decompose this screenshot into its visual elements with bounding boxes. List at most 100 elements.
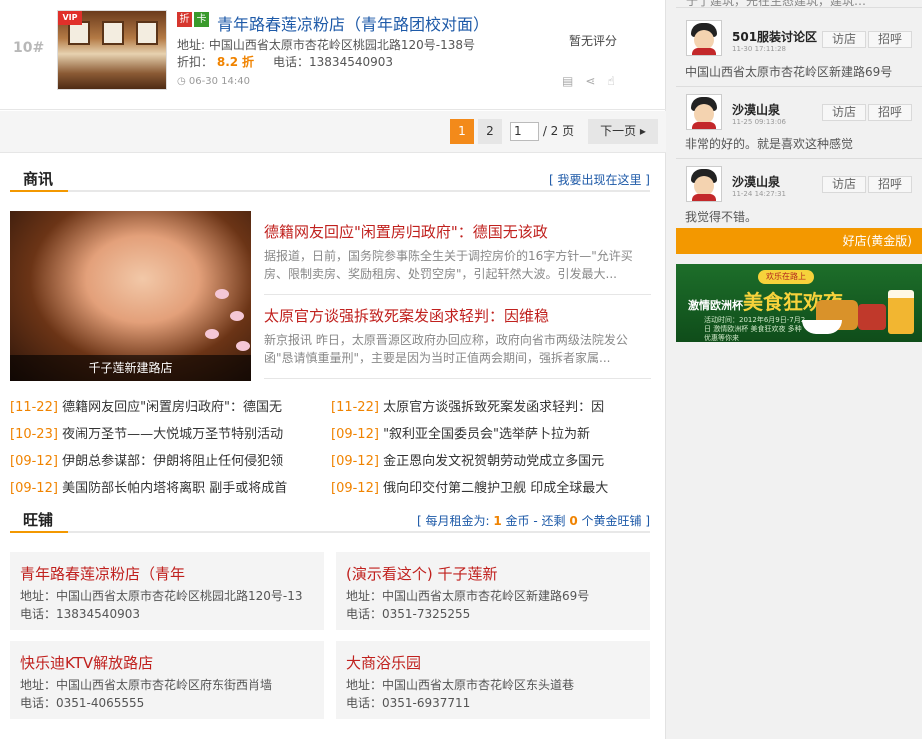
shop-card[interactable]: (演示看这个) 千子莲新 地址：中国山西省太原市杏花岭区新建路69号 电话：03…	[336, 552, 650, 630]
visit-shop-button[interactable]: 访店	[822, 176, 866, 193]
news-list-item[interactable]: [09-12] 俄向印交付第二艘护卫舰 印成全球最大	[331, 477, 608, 496]
comment-time: 11-25 09:13:06	[732, 118, 787, 126]
shop-card[interactable]: 青年路春莲凉粉店（青年 地址：中国山西省太原市杏花岭区桃园北路120号-13 电…	[10, 552, 324, 630]
next-page-button[interactable]: 下一页 ▸	[588, 119, 658, 144]
page-2-button[interactable]: 2	[478, 119, 502, 144]
food-shape	[802, 320, 842, 334]
comment-text: 我觉得不错。	[685, 210, 758, 224]
news-list-item[interactable]: [11-22] 太原官方谈强拆致死案发函求轻判：因	[331, 396, 604, 415]
next-page-label: 下一页	[600, 124, 637, 138]
greet-button[interactable]: 招呼	[868, 31, 912, 48]
section-underline	[10, 190, 68, 192]
comment-text: 非常的好的。就是喜欢这种感觉	[685, 137, 854, 151]
shop-phone: 电话：13834540903	[273, 55, 394, 69]
comment-icon[interactable]: ▤	[562, 74, 585, 88]
food-shape	[858, 304, 886, 330]
comment-separator	[676, 86, 922, 87]
shop-card-name[interactable]: 大商浴乐园	[346, 652, 421, 673]
greet-button[interactable]: 招呼	[868, 176, 912, 193]
comment-text: 中国山西省太原市杏花岭区新建路69号	[685, 65, 893, 79]
news-list-item[interactable]: [09-12] 美国防部长帕内塔将离职 副手或将成首	[10, 477, 287, 496]
news-summary-1: 据报道，日前，国务院参事陈全生关于调控房价的16字方针—"允许买房、限制卖房、奖…	[264, 249, 633, 281]
vip-badge: VIP	[58, 11, 82, 25]
comment-user[interactable]: 沙漠山泉	[732, 101, 780, 118]
visit-shop-button[interactable]: 访店	[822, 104, 866, 121]
news-headline-2[interactable]: 太原官方谈强拆致死案发函求轻判：因维稳	[264, 305, 549, 326]
sidebar-top-strip: 于了建筑，先在生态建筑，建筑…	[676, 0, 922, 8]
page: 10# VIP 折 卡 青年路春莲凉粉店（青年路团校对面） 地址: 中国山西省太…	[0, 0, 922, 739]
avatar[interactable]	[686, 20, 722, 56]
news-divider	[264, 294, 651, 295]
shop-card-address: 地址：中国山西省太原市杏花岭区桃园北路120号-13	[20, 589, 303, 603]
shop-card[interactable]: 快乐迪KTV解放路店 地址：中国山西省太原市杏花岭区府东街西肖墙 电话：0351…	[10, 641, 324, 719]
rating-status: 暂无评分	[569, 34, 618, 48]
shops-section-header: 旺铺 [ 每月租金为: 1 金币 - 还剩 0 个黄金旺铺 ]	[10, 507, 650, 533]
visit-shop-button[interactable]: 访店	[822, 31, 866, 48]
greet-button[interactable]: 招呼	[868, 104, 912, 121]
shop-card-address: 地址：中国山西省太原市杏花岭区新建路69号	[346, 589, 590, 603]
comment-separator	[676, 158, 922, 159]
shops-section-title: 旺铺	[23, 511, 54, 529]
shop-card-name[interactable]: 快乐迪KTV解放路店	[20, 652, 153, 673]
petal-shape	[215, 289, 229, 299]
share-icon[interactable]: ⋖	[585, 74, 607, 88]
news-feature-image[interactable]: 千子莲新建路店	[10, 211, 251, 381]
banner-tag: 欢乐在路上	[758, 270, 814, 284]
page-number-input[interactable]: 1	[510, 122, 539, 141]
shop-thumbnail[interactable]: VIP	[57, 10, 167, 90]
section-underline	[10, 531, 68, 533]
shop-card-name[interactable]: (演示看这个) 千子莲新	[346, 563, 497, 584]
golden-shop-bar[interactable]: 好店(黄金版)	[676, 228, 922, 254]
thumb-window-shape	[102, 21, 124, 45]
like-icon[interactable]: ☝	[607, 74, 626, 88]
promo-banner[interactable]: 欢乐在路上 激情欧洲杯美食狂欢夜 活动时间：2012年6月9日-7月2日 激情欧…	[676, 264, 922, 342]
rank-number: 10#	[13, 40, 45, 56]
rent-info: [ 每月租金为: 1 金币 - 还剩 0 个黄金旺铺 ]	[417, 514, 650, 528]
main-column: 10# VIP 折 卡 青年路春莲凉粉店（青年路团校对面） 地址: 中国山西省太…	[0, 0, 666, 739]
appear-here-link[interactable]: [ 我要出现在这里 ]	[549, 171, 650, 188]
news-section-title: 商讯	[23, 170, 54, 188]
news-list-item[interactable]: [11-22] 德籍网友回应"闲置房归政府"：德国无	[10, 396, 282, 415]
comment-user[interactable]: 501服装讨论区	[732, 28, 817, 45]
discount-label: 折扣：	[177, 55, 214, 69]
card-badge-icon: 卡	[194, 12, 209, 27]
news-list-item[interactable]: [10-23] 夜闹万圣节——大悦城万圣节特别活动	[10, 423, 283, 442]
shop-card-address: 地址：中国山西省太原市杏花岭区东头道巷	[346, 678, 575, 692]
shop-card-phone: 电话：13834540903	[20, 607, 140, 621]
shop-card-phone: 电话：0351-7325255	[346, 607, 471, 621]
avatar[interactable]	[686, 94, 722, 130]
comment-user[interactable]: 沙漠山泉	[732, 173, 780, 190]
discount-unit: 折	[241, 55, 254, 69]
shop-listing-item[interactable]: 10# VIP 折 卡 青年路春莲凉粉店（青年路团校对面） 地址: 中国山西省太…	[0, 0, 666, 110]
beer-shape	[888, 290, 914, 334]
news-list-item[interactable]: [09-12] "叙利亚全国委员会"选举萨卜拉为新	[331, 423, 590, 442]
shop-card-name[interactable]: 青年路春莲凉粉店（青年	[20, 563, 185, 584]
shop-discount-phone: 折扣： 8.2 折 电话：13834540903	[177, 53, 393, 70]
banner-small-text: 活动时间：2012年6月9日-7月2日 激情欧洲杯 美食狂欢夜 多种优惠等你来	[704, 316, 806, 342]
news-list-item[interactable]: [09-12] 伊朗总参谋部：伊朗将阻止任何侵犯领	[10, 450, 283, 469]
listing-time: ◷ 06-30 14:40	[177, 76, 250, 87]
listing-actions: ▤⋖☝	[562, 74, 627, 88]
avatar[interactable]	[686, 166, 722, 202]
discount-value: 8.2	[216, 55, 239, 69]
chevron-right-icon: ▸	[639, 124, 646, 138]
page-1-button[interactable]: 1	[450, 119, 474, 144]
shop-title-link[interactable]: 青年路春莲凉粉店（青年路团校对面）	[217, 11, 489, 35]
thumb-window-shape	[136, 21, 158, 45]
comment-time: 11-30 17:11:28	[732, 45, 787, 53]
shop-card-phone: 电话：0351-4065555	[20, 696, 145, 710]
news-list-item[interactable]: [09-12] 金正恩向发文祝贺朝劳动党成立多国元	[331, 450, 604, 469]
page-total: / 2 页	[542, 124, 575, 138]
comment-time: 11-24 14:27:31	[732, 190, 787, 198]
sidebar: 于了建筑，先在生态建筑，建筑… 501服装讨论区 11-30 17:11:28 …	[676, 0, 922, 739]
shop-card[interactable]: 大商浴乐园 地址：中国山西省太原市杏花岭区东头道巷 电话：0351-693771…	[336, 641, 650, 719]
sidebar-cut-text: 于了建筑，先在生态建筑，建筑…	[686, 0, 867, 8]
image-caption: 千子莲新建路店	[10, 355, 251, 381]
news-divider	[264, 378, 651, 379]
discount-badge-icon: 折	[177, 12, 192, 27]
shop-address: 地址: 中国山西省太原市杏花岭区桃园北路120号-138号	[177, 38, 475, 52]
petal-shape	[205, 329, 219, 339]
shop-card-phone: 电话：0351-6937711	[346, 696, 471, 710]
news-headline-1[interactable]: 德籍网友回应"闲置房归政府"：德国无该政	[264, 221, 548, 242]
news-summary-2: 新京报讯 昨日，太原晋源区政府办回应称，政府向省市两级法院发公函"恳请慎重量刑"…	[264, 333, 628, 365]
